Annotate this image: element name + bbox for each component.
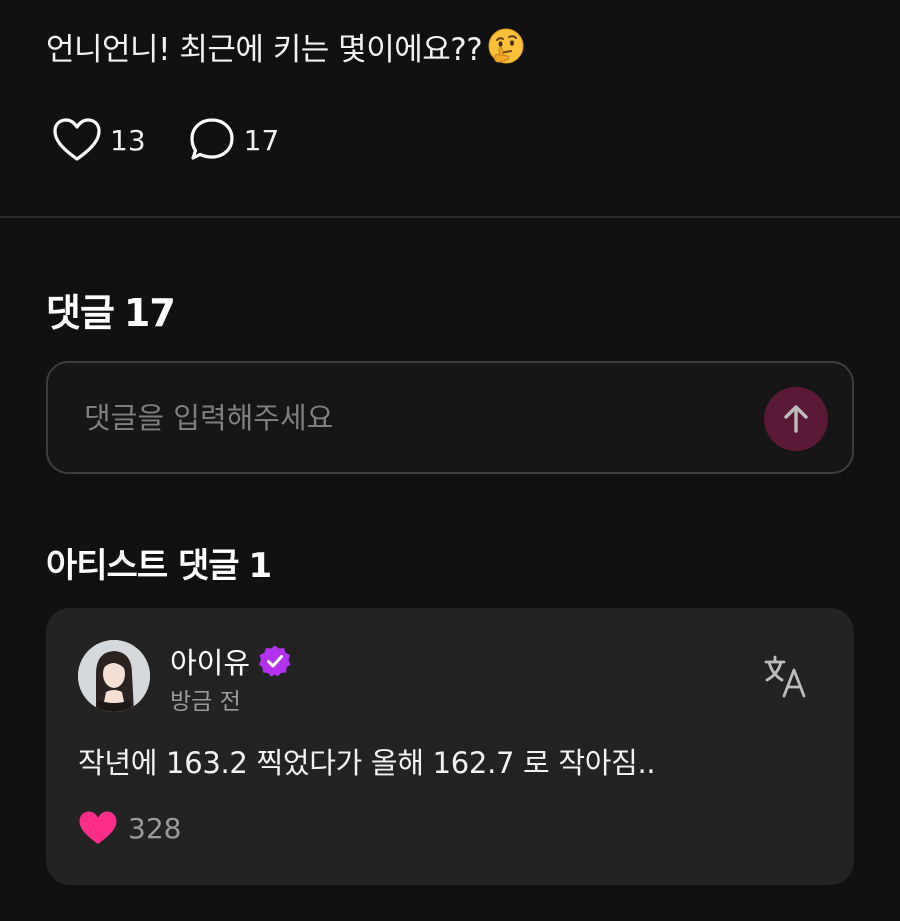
heart-filled-icon (79, 811, 117, 844)
translate-button[interactable] (762, 652, 810, 700)
author-row: 아이유 (170, 640, 292, 682)
comment-timestamp: 방금 전 (170, 689, 241, 715)
comment-input[interactable] (84, 393, 744, 443)
comment-count: 17 (243, 123, 280, 157)
avatar[interactable] (78, 640, 150, 712)
post-actions: 13 17 (52, 116, 321, 164)
author-name[interactable]: 아이유 (170, 640, 250, 682)
post-detail-screen: 언니언니! 최근에 키는 몇이에요?? 13 17 댓글 17 댓글을 입력해주… (0, 0, 900, 921)
thinking-face-emoji-icon (488, 28, 524, 63)
comment-button[interactable]: 17 (188, 116, 280, 164)
artist-comments-heading-count: 1 (248, 546, 273, 586)
comment-like-button[interactable]: 328 (78, 810, 181, 846)
artist-avatar-image (78, 640, 150, 712)
comment-text: 작년에 163.2 찍었다가 올해 162.7 로 작아짐.. (78, 746, 656, 780)
heart-outline-icon (53, 118, 101, 161)
post-content: 언니언니! 최근에 키는 몇이에요?? (46, 24, 526, 69)
post-text: 언니언니! 최근에 키는 몇이에요?? (46, 32, 483, 68)
comment-input-box (46, 361, 854, 474)
verified-badge-icon (259, 645, 291, 677)
speech-bubble-icon (190, 118, 234, 160)
comment-like-count: 328 (128, 811, 182, 845)
artist-comment-card: 아이유 방금 전 작년에 163.2 찍었다가 올해 162.7 로 작아짐..… (46, 608, 854, 885)
comments-heading-count: 17 (123, 291, 176, 335)
like-count: 13 (110, 123, 146, 157)
artist-comments-heading: 아티스트 댓글 1 (46, 538, 273, 587)
arrow-up-icon (784, 405, 808, 433)
comments-heading-label: 댓글 (46, 291, 115, 335)
like-button[interactable]: 13 (52, 117, 146, 163)
send-button[interactable] (764, 387, 828, 451)
section-divider (0, 216, 900, 218)
comments-heading: 댓글 17 (46, 282, 176, 337)
translate-icon (764, 655, 806, 698)
artist-comments-heading-label: 아티스트 댓글 (46, 546, 240, 586)
